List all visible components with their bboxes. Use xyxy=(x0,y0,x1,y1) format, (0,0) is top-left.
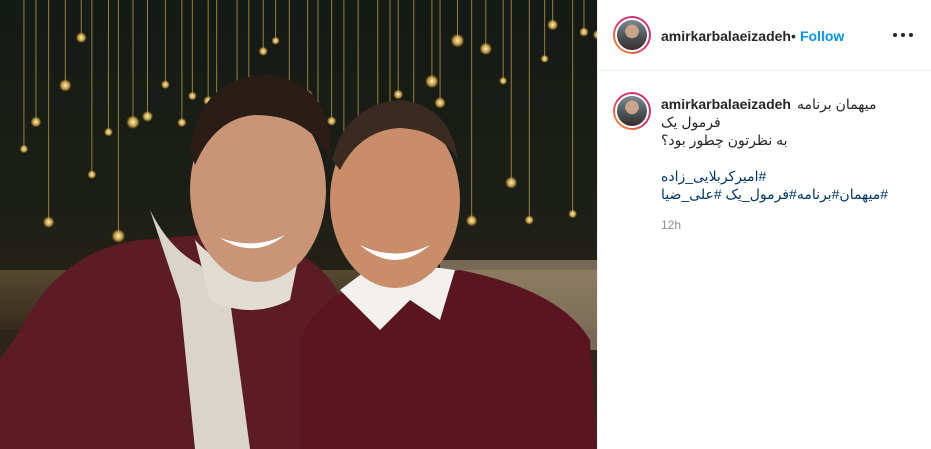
light-bulb xyxy=(425,74,439,89)
light-bulb xyxy=(499,76,508,85)
hashtag-link[interactable]: #علی_ضیا xyxy=(661,186,722,202)
light-bulb xyxy=(103,127,114,137)
author-avatar[interactable] xyxy=(613,16,651,54)
follow-button[interactable]: Follow xyxy=(800,28,844,44)
light-bulb xyxy=(393,89,404,100)
hashtag-link[interactable]: #امیرکربلایی_زاده xyxy=(661,168,766,184)
author-username[interactable]: amirkarbalaeizadeh xyxy=(661,28,791,44)
separator-dot: • xyxy=(791,28,796,44)
light-bulb xyxy=(160,80,170,90)
light-bulb xyxy=(579,27,589,37)
light-bulb xyxy=(42,216,55,228)
caption-line-2: فرمول یک xyxy=(661,114,721,130)
light-bulb xyxy=(434,96,446,109)
light-bulb xyxy=(126,115,140,130)
light-bulb xyxy=(326,116,337,126)
light-bulb xyxy=(258,46,268,56)
light-bulb xyxy=(19,144,29,154)
post-sidebar: amirkarbalaeizadeh • Follow amirkarbalae… xyxy=(597,0,931,449)
light-bulb xyxy=(568,209,578,219)
light-bulb xyxy=(540,54,549,63)
post-header: amirkarbalaeizadeh • Follow xyxy=(598,0,931,71)
light-bulb xyxy=(177,117,187,128)
light-bulb xyxy=(87,170,97,180)
light-bulb xyxy=(450,33,465,48)
caption-avatar[interactable] xyxy=(613,92,651,130)
post-timestamp[interactable]: 12h xyxy=(661,218,681,232)
light-bulb xyxy=(465,214,478,227)
hashtag-link[interactable]: #فرمول_یک xyxy=(726,186,797,202)
caption-line-3: به نظرتون چطور بود؟ xyxy=(661,132,788,148)
light-bulb xyxy=(75,32,87,44)
more-options-icon[interactable] xyxy=(891,24,915,44)
light-bulb xyxy=(141,110,154,123)
light-bulb xyxy=(271,36,280,45)
light-bulb xyxy=(505,176,518,189)
caption-line-1: میهمان برنامه xyxy=(796,96,877,112)
light-bulb xyxy=(58,79,72,92)
light-bulb xyxy=(524,215,534,225)
light-bulb xyxy=(479,42,493,56)
light-bulb xyxy=(187,91,197,101)
hashtag-link[interactable]: #میهمان xyxy=(839,186,888,202)
caption-text: amirkarbalaeizadeh میهمان برنامه فرمول یک… xyxy=(661,95,921,203)
hashtag-link[interactable]: #برنامه xyxy=(797,186,840,202)
post-photo[interactable] xyxy=(0,0,597,449)
caption-username[interactable]: amirkarbalaeizadeh xyxy=(661,96,791,112)
light-bulb xyxy=(111,229,126,243)
photo-scene xyxy=(0,0,597,449)
light-bulb xyxy=(547,19,559,31)
light-bulb xyxy=(30,116,42,128)
